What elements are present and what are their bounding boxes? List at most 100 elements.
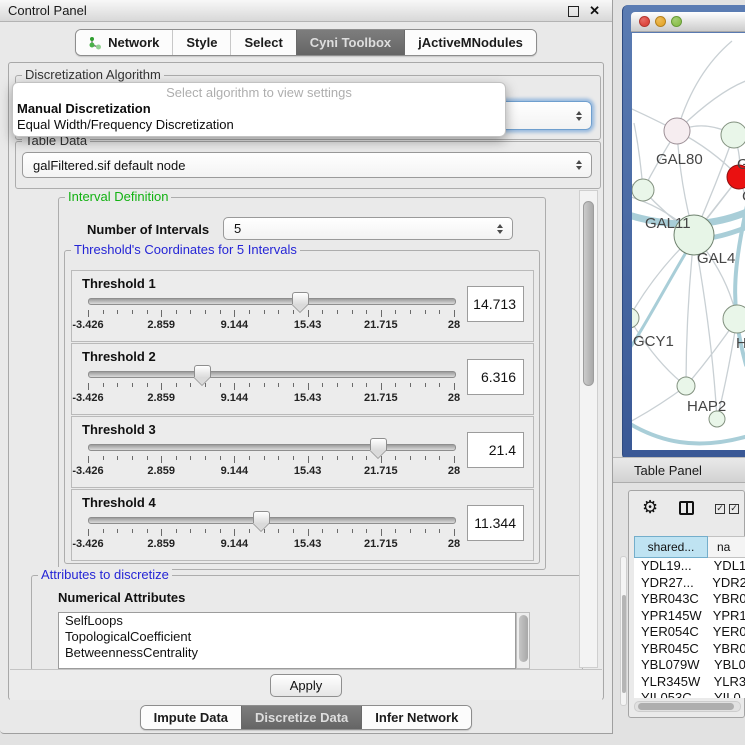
- scrollbar-thumb[interactable]: [583, 201, 594, 386]
- slider-tick: [88, 310, 89, 317]
- threshold-value-field[interactable]: 14.713: [467, 286, 524, 322]
- tab-impute-data[interactable]: Impute Data: [141, 706, 241, 729]
- tab-discretize-data[interactable]: Discretize Data: [241, 706, 361, 729]
- slider-thumb[interactable]: [370, 438, 387, 450]
- close-light[interactable]: [639, 16, 650, 27]
- tab-jactivemnodules[interactable]: jActiveMNodules: [404, 30, 536, 55]
- table-horizontal-scrollbar[interactable]: [634, 701, 741, 712]
- table-data-combobox[interactable]: galFiltered.sif default node: [22, 152, 592, 178]
- slider-tick: [352, 529, 353, 533]
- slider-tick: [322, 529, 323, 533]
- threshold-value-field[interactable]: 6.316: [467, 359, 524, 395]
- slider-tick: [176, 456, 177, 460]
- slider-track[interactable]: [88, 371, 456, 378]
- network-node[interactable]: [632, 179, 654, 201]
- tab-network[interactable]: Network: [76, 30, 172, 55]
- float-window-icon[interactable]: [568, 6, 579, 17]
- table-row[interactable]: YDR27...YDR2: [634, 575, 745, 592]
- tab-infer-network[interactable]: Infer Network: [361, 706, 471, 729]
- slider-tick: [117, 310, 118, 314]
- table-row[interactable]: YIL053CYIL0: [634, 690, 745, 698]
- slider-tick: [352, 310, 353, 314]
- slider-tick: [395, 529, 396, 533]
- slider-track[interactable]: [88, 517, 456, 524]
- table-row[interactable]: YBR043CYBR0: [634, 591, 745, 608]
- slider-tick: [337, 529, 338, 533]
- close-panel-icon[interactable]: ✕: [589, 6, 600, 16]
- slider-tick-label: 2.859: [147, 319, 175, 331]
- cell-shared-name: YIL053C: [634, 690, 708, 698]
- network-edge[interactable]: [677, 41, 732, 131]
- zoom-light[interactable]: [671, 16, 682, 27]
- slider-tick: [205, 529, 206, 533]
- attributes-list-scrollbar[interactable]: [516, 612, 530, 669]
- table-panel-window: ⚙ ✓ ✓ shared...na YDL19...YDL1YDR27...YDR2…: [628, 490, 745, 718]
- slider-tick: [337, 456, 338, 460]
- table-row[interactable]: YER054CYER0: [634, 624, 745, 641]
- node-label: GA: [737, 156, 745, 173]
- tab-select[interactable]: Select: [230, 30, 295, 55]
- network-node[interactable]: [677, 377, 695, 395]
- slider-tick: [454, 310, 455, 317]
- split-columns-icon[interactable]: [679, 501, 694, 515]
- scrollbar-thumb[interactable]: [622, 595, 626, 693]
- panel-vertical-scrollbar[interactable]: [579, 190, 598, 668]
- attribute-item-topologicalcoefficient[interactable]: TopologicalCoefficient: [59, 629, 515, 645]
- slider-thumb[interactable]: [253, 511, 270, 523]
- slider-tick: [381, 456, 382, 463]
- scrollbar-thumb[interactable]: [519, 615, 528, 662]
- screen: Control Panel ✕ NetworkStyleSelectCyni T…: [0, 0, 745, 745]
- slider-thumb[interactable]: [194, 365, 211, 377]
- network-window-titlebar[interactable]: [631, 12, 745, 32]
- table-header: shared...na: [634, 536, 745, 558]
- network-node[interactable]: [723, 305, 745, 333]
- slider-tick: [117, 383, 118, 387]
- table-row[interactable]: YBR045CYBR0: [634, 641, 745, 658]
- numerical-attributes-list[interactable]: SelfLoopsTopologicalCoefficientBetweenne…: [58, 612, 516, 669]
- network-canvas[interactable]: GAL80GACGAL11GAL4GCY1HHAP2: [632, 33, 745, 450]
- column-visibility-icon[interactable]: ✓: [729, 504, 739, 514]
- table-vertical-scrollbar[interactable]: [620, 556, 627, 706]
- slider-track[interactable]: [88, 298, 456, 305]
- network-edge[interactable]: [632, 386, 686, 427]
- column-header-na[interactable]: na: [708, 536, 745, 558]
- number-of-intervals-combobox[interactable]: 5: [223, 217, 513, 240]
- threshold-value-field[interactable]: 21.4: [467, 432, 524, 468]
- network-edge[interactable]: [686, 235, 694, 386]
- slider-thumb[interactable]: [292, 292, 309, 304]
- dropdown-option-manual-discretization[interactable]: Manual Discretization: [13, 101, 505, 117]
- minimize-light[interactable]: [655, 16, 666, 27]
- cell-name: YPR1: [707, 608, 745, 625]
- network-node[interactable]: [664, 118, 690, 144]
- attribute-item-betweennesscentrality[interactable]: BetweennessCentrality: [59, 645, 515, 661]
- slider-tick: [161, 310, 162, 317]
- apply-button[interactable]: Apply: [270, 674, 342, 697]
- threshold-value-field[interactable]: 11.344: [467, 505, 524, 541]
- dropdown-option-equal-width-frequency-discretization[interactable]: Equal Width/Frequency Discretization: [13, 117, 505, 133]
- slider-tick: [308, 383, 309, 390]
- table-row[interactable]: YPR145WYPR1: [634, 608, 745, 625]
- number-of-intervals-label: Number of Intervals: [87, 222, 209, 237]
- top-tab-bar: NetworkStyleSelectCyni ToolboxjActiveMNo…: [0, 29, 612, 56]
- settings-gear-icon[interactable]: ⚙: [642, 497, 658, 518]
- node-label: GAL80: [656, 151, 703, 168]
- network-edge[interactable]: [632, 318, 686, 386]
- tab-style[interactable]: Style: [172, 30, 230, 55]
- slider-track[interactable]: [88, 444, 456, 451]
- table-row[interactable]: YBL079WYBL0: [634, 657, 745, 674]
- network-node[interactable]: [721, 122, 745, 148]
- scrollbar-thumb[interactable]: [638, 703, 734, 710]
- tab-cyni-toolbox[interactable]: Cyni Toolbox: [296, 30, 404, 55]
- table-row[interactable]: YDL19...YDL1: [634, 558, 745, 575]
- slider-tick: [352, 383, 353, 387]
- table-row[interactable]: YLR345WYLR3: [634, 674, 745, 691]
- network-edge-highlighted[interactable]: [632, 415, 745, 443]
- slider-tick-label: 15.43: [294, 538, 322, 550]
- column-header-shared[interactable]: shared...: [634, 536, 708, 558]
- threshold-label: Threshold 2: [82, 349, 156, 364]
- slider-tick: [132, 456, 133, 460]
- numerical-attributes-label: Numerical Attributes: [58, 590, 185, 605]
- network-node[interactable]: [632, 308, 639, 328]
- attribute-item-selfloops[interactable]: SelfLoops: [59, 613, 515, 629]
- column-visibility-icon[interactable]: ✓: [715, 504, 725, 514]
